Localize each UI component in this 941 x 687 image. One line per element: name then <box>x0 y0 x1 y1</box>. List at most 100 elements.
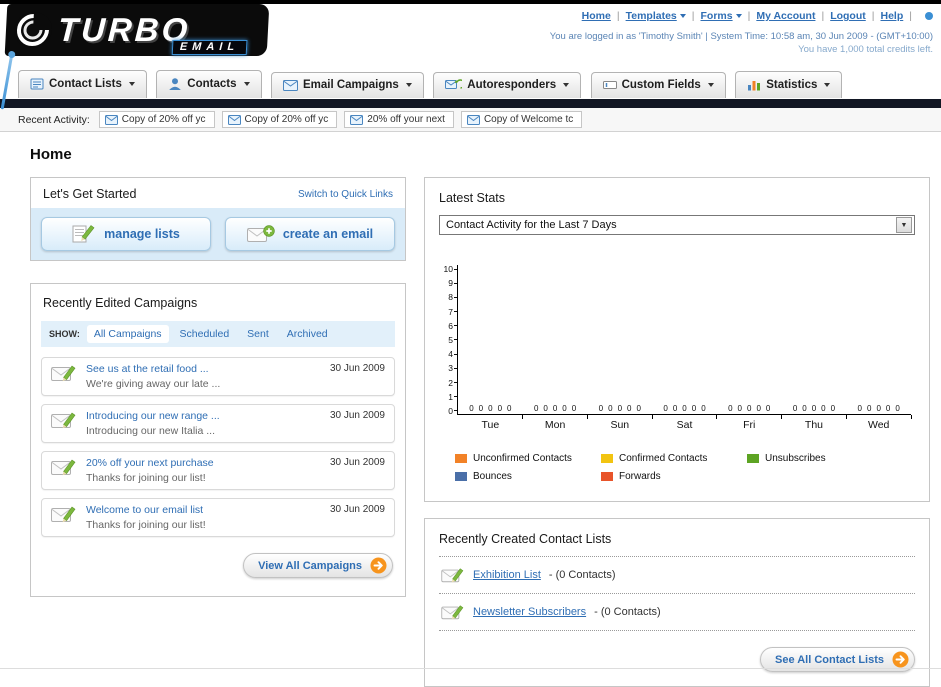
bar-value-label: 0 <box>543 404 548 413</box>
stats-period-select[interactable]: Contact Activity for the Last 7 Days ▼ <box>439 215 915 235</box>
top-link-logout[interactable]: Logout <box>830 10 880 22</box>
recent-activity-item[interactable]: 20% off your next <box>344 111 454 128</box>
bar-value-label: 0 <box>830 404 836 413</box>
nav-tab-label: Autoresponders <box>467 79 557 91</box>
recent-activity-item[interactable]: Copy of Welcome tc <box>460 111 583 128</box>
manage-lists-button[interactable]: manage lists <box>41 217 211 251</box>
tab-scheduled[interactable]: Scheduled <box>173 325 237 343</box>
nav-tab-contact-lists[interactable]: Contact Lists <box>18 70 147 98</box>
y-axis-tick: 5 <box>441 335 457 345</box>
nav-tab-custom-fields[interactable]: Custom Fields <box>590 72 726 98</box>
recently-edited-campaigns-panel: Recently Edited Campaigns SHOW: All Camp… <box>30 283 406 597</box>
contact-list-link[interactable]: Newsletter Subscribers <box>473 606 586 618</box>
swirl-logo-icon <box>13 12 53 48</box>
stats-panel-title: Latest Stats <box>439 191 506 205</box>
campaign-subject: Thanks for joining our list! <box>86 519 206 531</box>
statistics-icon <box>748 81 761 91</box>
page-title: Home <box>30 146 72 163</box>
create-email-button[interactable]: create an email <box>225 217 395 251</box>
tab-archived[interactable]: Archived <box>280 325 335 343</box>
campaign-list-item[interactable]: Introducing our new range ... Introducin… <box>41 404 395 443</box>
y-axis-tick: 9 <box>441 278 457 288</box>
email-campaigns-icon <box>282 79 298 91</box>
bar-value-label: 0 <box>672 404 678 413</box>
campaign-title-link[interactable]: 20% off your next purchase <box>86 457 321 469</box>
chevron-down-icon <box>707 83 714 87</box>
nav-tab-contacts[interactable]: Contacts <box>156 70 262 98</box>
contacts-icon <box>169 78 182 90</box>
blue-dot <box>925 12 933 20</box>
campaign-date: 30 Jun 2009 <box>329 457 385 468</box>
top-link-home[interactable]: Home <box>582 10 626 22</box>
campaign-list-item[interactable]: 20% off your next purchase Thanks for jo… <box>41 451 395 490</box>
contact-list-link[interactable]: Exhibition List <box>473 569 541 581</box>
top-nav-links: Home Templates Forms My Account Logout H… <box>582 10 933 22</box>
top-link-my-account[interactable]: My Account <box>756 10 830 22</box>
top-link-templates[interactable]: Templates <box>626 10 701 22</box>
x-axis-label: Fri <box>743 419 756 431</box>
login-info: You are logged in as 'Timothy Smith' | S… <box>549 31 933 42</box>
nav-tab-statistics[interactable]: Statistics <box>735 71 843 98</box>
chart-y-axis: 10 9 8 7 6 5 4 3 2 1 0 <box>441 264 457 416</box>
view-all-campaigns-button[interactable]: View All Campaigns <box>243 553 393 578</box>
legend-swatch <box>747 454 759 463</box>
nav-tab-label: Email Campaigns <box>302 79 399 91</box>
nav-tab-label: Custom Fields <box>621 79 701 91</box>
bar-value-label: 0 <box>627 404 632 413</box>
envelope-icon <box>466 114 480 125</box>
bar-value-label: 0 <box>533 404 539 413</box>
chevron-down-icon <box>563 83 570 87</box>
orange-arrow-icon <box>370 557 387 574</box>
chart-category-group: 0 0 0 0 0 Fri <box>717 265 782 431</box>
x-axis-label: Sun <box>610 419 630 431</box>
turbo-email-logo[interactable]: TURBO EMAIL <box>4 4 270 56</box>
chevron-down-icon <box>679 14 686 18</box>
chart-category-group: 0 0 0 0 0 Thu <box>782 265 847 431</box>
logo-subtext: EMAIL <box>171 40 248 55</box>
get-started-title: Let's Get Started <box>43 187 137 201</box>
switch-quick-links-link[interactable]: Switch to Quick Links <box>298 189 393 200</box>
chart-category-group: 0 0 0 0 0 Tue <box>458 265 523 431</box>
tab-sent[interactable]: Sent <box>240 325 276 343</box>
y-axis-tick: 6 <box>441 321 457 331</box>
recent-activity-item[interactable]: Copy of 20% off yc <box>221 111 338 128</box>
contact-list-item[interactable]: Newsletter Subscribers - (0 Contacts) <box>439 594 915 631</box>
campaign-date: 30 Jun 2009 <box>329 504 385 515</box>
chevron-down-icon <box>128 82 135 86</box>
campaign-subject: Introducing our new Italia ... <box>86 425 215 437</box>
nav-tab-email-campaigns[interactable]: Email Campaigns <box>270 72 424 98</box>
bar-value-label: 0 <box>571 404 577 413</box>
bar-value-label: 0 <box>691 404 697 413</box>
contact-list-item[interactable]: Exhibition List - (0 Contacts) <box>439 557 915 594</box>
show-label: SHOW: <box>49 329 80 339</box>
campaign-title-link[interactable]: Welcome to our email list <box>86 504 321 516</box>
campaign-list-item[interactable]: Welcome to our email list Thanks for joi… <box>41 498 395 537</box>
campaign-title-link[interactable]: Introducing our new range ... <box>86 410 321 422</box>
bar-value-label: 0 <box>737 404 742 413</box>
contact-list-count: - (0 Contacts) <box>594 606 661 618</box>
chart-legend: Unconfirmed Contacts Confirmed Contacts Un… <box>455 453 915 489</box>
top-link-forms[interactable]: Forms <box>701 10 757 22</box>
top-link-help[interactable]: Help <box>881 10 919 22</box>
contact-list-count: - (0 Contacts) <box>548 569 616 581</box>
recent-activity-item[interactable]: Copy of 20% off yc <box>98 111 215 128</box>
campaign-title-link[interactable]: See us at the retail food ... <box>86 363 321 375</box>
recently-created-lists-panel: Recently Created Contact Lists Exhibitio… <box>424 518 930 687</box>
y-axis-tick: 7 <box>441 307 457 317</box>
bar-value-label: 0 <box>469 404 474 413</box>
tab-all-campaigns[interactable]: All Campaigns <box>86 325 169 343</box>
envelope-plus-icon <box>246 225 275 242</box>
campaign-list-item[interactable]: See us at the retail food ... We're givi… <box>41 357 395 396</box>
chart-category-group: 0 0 0 0 0 Wed <box>846 265 912 431</box>
legend-swatch <box>601 472 613 481</box>
bar-value-label: 0 <box>507 404 512 413</box>
x-axis-label: Sat <box>676 419 693 431</box>
nav-tab-autoresponders[interactable]: Autoresponders <box>433 72 582 98</box>
nav-tab-label: Contacts <box>187 78 237 90</box>
pencil-list-icon <box>72 225 95 243</box>
envelope-icon <box>227 114 241 125</box>
bar-value-label: 0 <box>663 404 668 413</box>
bar-value-label: 0 <box>802 404 807 413</box>
custom-fields-icon <box>602 81 617 89</box>
bar-value-label: 0 <box>728 404 733 413</box>
